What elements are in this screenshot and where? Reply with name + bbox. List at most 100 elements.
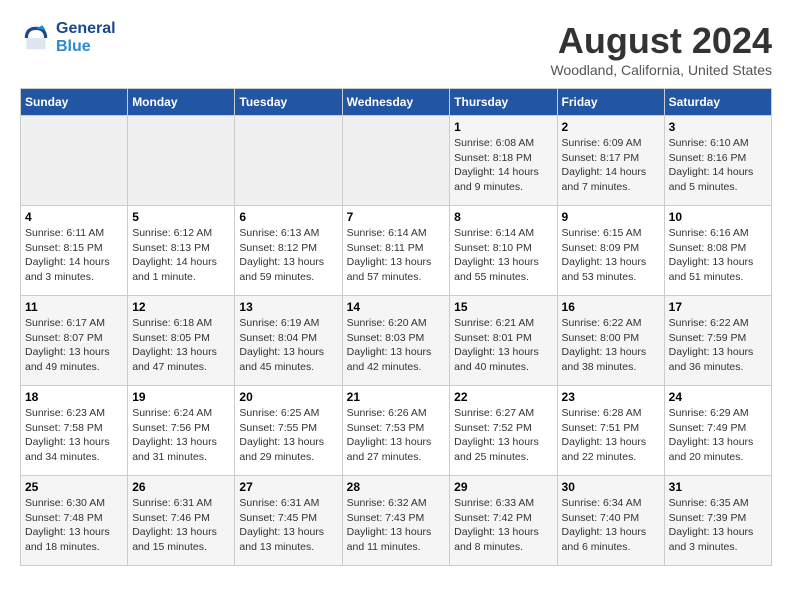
day-number: 16 <box>562 300 660 314</box>
day-number: 18 <box>25 390 123 404</box>
day-info: Sunrise: 6:18 AM Sunset: 8:05 PM Dayligh… <box>132 316 230 375</box>
day-number: 30 <box>562 480 660 494</box>
day-info: Sunrise: 6:29 AM Sunset: 7:49 PM Dayligh… <box>669 406 767 465</box>
day-number: 28 <box>347 480 446 494</box>
day-number: 13 <box>239 300 337 314</box>
day-info: Sunrise: 6:34 AM Sunset: 7:40 PM Dayligh… <box>562 496 660 555</box>
day-info: Sunrise: 6:31 AM Sunset: 7:45 PM Dayligh… <box>239 496 337 555</box>
calendar-cell <box>21 116 128 206</box>
day-info: Sunrise: 6:14 AM Sunset: 8:10 PM Dayligh… <box>454 226 552 285</box>
calendar-cell: 12 Sunrise: 6:18 AM Sunset: 8:05 PM Dayli… <box>128 296 235 386</box>
calendar-cell: 15Sunrise: 6:21 AM Sunset: 8:01 PM Dayli… <box>450 296 557 386</box>
day-number: 17 <box>669 300 767 314</box>
day-info: Sunrise: 6:30 AM Sunset: 7:48 PM Dayligh… <box>25 496 123 555</box>
day-number: 15 <box>454 300 552 314</box>
title-block: August 2024 Woodland, California, United… <box>550 20 772 78</box>
day-number: 11 <box>25 300 123 314</box>
day-number: 20 <box>239 390 337 404</box>
day-number: 23 <box>562 390 660 404</box>
day-info: Sunrise: 6:10 AM Sunset: 8:16 PM Dayligh… <box>669 136 767 195</box>
day-info: Sunrise: 6:28 AM Sunset: 7:51 PM Dayligh… <box>562 406 660 465</box>
day-info: Sunrise: 6:26 AM Sunset: 7:53 PM Dayligh… <box>347 406 446 465</box>
weekday-header-sunday: Sunday <box>21 89 128 116</box>
day-info: Sunrise: 6:31 AM Sunset: 7:46 PM Dayligh… <box>132 496 230 555</box>
calendar-week-4: 18 Sunrise: 6:23 AM Sunset: 7:58 PM Dayli… <box>21 386 772 476</box>
day-number: 27 <box>239 480 337 494</box>
weekday-header-tuesday: Tuesday <box>235 89 342 116</box>
calendar-cell: 7Sunrise: 6:14 AM Sunset: 8:11 PM Daylig… <box>342 206 450 296</box>
calendar-cell: 19 Sunrise: 6:24 AM Sunset: 7:56 PM Dayli… <box>128 386 235 476</box>
calendar-cell: 14 Sunrise: 6:20 AM Sunset: 8:03 PM Dayli… <box>342 296 450 386</box>
calendar-cell: 17 Sunrise: 6:22 AM Sunset: 7:59 PM Dayli… <box>664 296 771 386</box>
calendar-cell <box>235 116 342 206</box>
logo: General Blue <box>20 20 116 55</box>
day-number: 21 <box>347 390 446 404</box>
day-number: 5 <box>132 210 230 224</box>
calendar-cell: 16Sunrise: 6:22 AM Sunset: 8:00 PM Dayli… <box>557 296 664 386</box>
logo-text-line1: General <box>56 20 116 38</box>
day-number: 8 <box>454 210 552 224</box>
calendar-week-5: 25 Sunrise: 6:30 AM Sunset: 7:48 PM Dayli… <box>21 476 772 566</box>
page-header: General Blue August 2024 Woodland, Calif… <box>20 20 772 78</box>
calendar-cell: 22 Sunrise: 6:27 AM Sunset: 7:52 PM Dayli… <box>450 386 557 476</box>
day-number: 25 <box>25 480 123 494</box>
day-number: 10 <box>669 210 767 224</box>
location-subtitle: Woodland, California, United States <box>550 62 772 78</box>
day-number: 26 <box>132 480 230 494</box>
day-info: Sunrise: 6:22 AM Sunset: 7:59 PM Dayligh… <box>669 316 767 375</box>
day-info: Sunrise: 6:35 AM Sunset: 7:39 PM Dayligh… <box>669 496 767 555</box>
calendar-cell: 21 Sunrise: 6:26 AM Sunset: 7:53 PM Dayli… <box>342 386 450 476</box>
day-info: Sunrise: 6:12 AM Sunset: 8:13 PM Dayligh… <box>132 226 230 285</box>
calendar-cell <box>342 116 450 206</box>
weekday-header-friday: Friday <box>557 89 664 116</box>
calendar-cell: 31 Sunrise: 6:35 AM Sunset: 7:39 PM Dayli… <box>664 476 771 566</box>
day-info: Sunrise: 6:23 AM Sunset: 7:58 PM Dayligh… <box>25 406 123 465</box>
calendar-cell: 1Sunrise: 6:08 AM Sunset: 8:18 PM Daylig… <box>450 116 557 206</box>
day-info: Sunrise: 6:27 AM Sunset: 7:52 PM Dayligh… <box>454 406 552 465</box>
weekday-header-saturday: Saturday <box>664 89 771 116</box>
day-info: Sunrise: 6:20 AM Sunset: 8:03 PM Dayligh… <box>347 316 446 375</box>
calendar-cell: 25 Sunrise: 6:30 AM Sunset: 7:48 PM Dayli… <box>21 476 128 566</box>
day-number: 14 <box>347 300 446 314</box>
weekday-header-wednesday: Wednesday <box>342 89 450 116</box>
day-number: 29 <box>454 480 552 494</box>
day-info: Sunrise: 6:16 AM Sunset: 8:08 PM Dayligh… <box>669 226 767 285</box>
calendar-cell: 27 Sunrise: 6:31 AM Sunset: 7:45 PM Dayli… <box>235 476 342 566</box>
day-info: Sunrise: 6:11 AM Sunset: 8:15 PM Dayligh… <box>25 226 123 285</box>
calendar-cell <box>128 116 235 206</box>
weekday-header-monday: Monday <box>128 89 235 116</box>
day-number: 19 <box>132 390 230 404</box>
day-number: 7 <box>347 210 446 224</box>
day-number: 4 <box>25 210 123 224</box>
calendar-week-3: 11Sunrise: 6:17 AM Sunset: 8:07 PM Dayli… <box>21 296 772 386</box>
calendar-week-1: 1Sunrise: 6:08 AM Sunset: 8:18 PM Daylig… <box>21 116 772 206</box>
day-info: Sunrise: 6:15 AM Sunset: 8:09 PM Dayligh… <box>562 226 660 285</box>
calendar-cell: 23 Sunrise: 6:28 AM Sunset: 7:51 PM Dayli… <box>557 386 664 476</box>
day-number: 2 <box>562 120 660 134</box>
weekday-header-thursday: Thursday <box>450 89 557 116</box>
calendar-cell: 3Sunrise: 6:10 AM Sunset: 8:16 PM Daylig… <box>664 116 771 206</box>
day-number: 1 <box>454 120 552 134</box>
day-info: Sunrise: 6:19 AM Sunset: 8:04 PM Dayligh… <box>239 316 337 375</box>
calendar-cell: 2 Sunrise: 6:09 AM Sunset: 8:17 PM Daylig… <box>557 116 664 206</box>
calendar-cell: 28Sunrise: 6:32 AM Sunset: 7:43 PM Dayli… <box>342 476 450 566</box>
calendar-cell: 29 Sunrise: 6:33 AM Sunset: 7:42 PM Dayli… <box>450 476 557 566</box>
day-info: Sunrise: 6:33 AM Sunset: 7:42 PM Dayligh… <box>454 496 552 555</box>
day-info: Sunrise: 6:24 AM Sunset: 7:56 PM Dayligh… <box>132 406 230 465</box>
calendar-cell: 4 Sunrise: 6:11 AM Sunset: 8:15 PM Daylig… <box>21 206 128 296</box>
calendar-cell: 6Sunrise: 6:13 AM Sunset: 8:12 PM Daylig… <box>235 206 342 296</box>
calendar-cell: 10 Sunrise: 6:16 AM Sunset: 8:08 PM Dayli… <box>664 206 771 296</box>
day-info: Sunrise: 6:13 AM Sunset: 8:12 PM Dayligh… <box>239 226 337 285</box>
day-info: Sunrise: 6:09 AM Sunset: 8:17 PM Dayligh… <box>562 136 660 195</box>
weekday-header-row: SundayMondayTuesdayWednesdayThursdayFrid… <box>21 89 772 116</box>
day-number: 24 <box>669 390 767 404</box>
calendar-cell: 5 Sunrise: 6:12 AM Sunset: 8:13 PM Daylig… <box>128 206 235 296</box>
month-year-title: August 2024 <box>550 20 772 62</box>
day-number: 22 <box>454 390 552 404</box>
calendar-cell: 26 Sunrise: 6:31 AM Sunset: 7:46 PM Dayli… <box>128 476 235 566</box>
day-number: 12 <box>132 300 230 314</box>
calendar-table: SundayMondayTuesdayWednesdayThursdayFrid… <box>20 88 772 566</box>
logo-text-line2: Blue <box>56 38 116 56</box>
day-number: 31 <box>669 480 767 494</box>
calendar-cell: 9Sunrise: 6:15 AM Sunset: 8:09 PM Daylig… <box>557 206 664 296</box>
